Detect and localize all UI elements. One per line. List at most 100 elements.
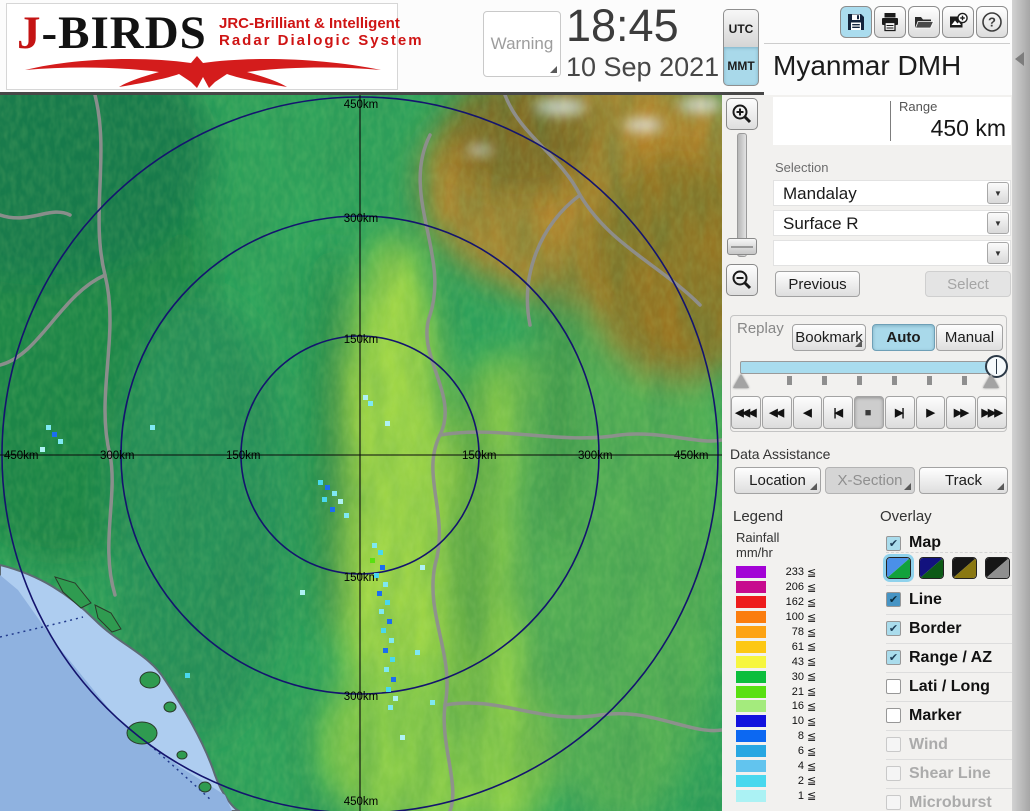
overlay-row-range-az: ✔ Range / AZ <box>886 643 1012 671</box>
fast-forward-button[interactable]: ▶▶▶ <box>977 396 1008 429</box>
rain-cell <box>344 513 349 518</box>
legend-row: 21 ≦ <box>736 684 856 699</box>
legend-swatch <box>736 566 766 579</box>
checkbox-border[interactable]: ✔ <box>886 621 901 636</box>
panel-edge-strip[interactable] <box>1012 0 1030 811</box>
legend-value: 4 <box>797 760 804 773</box>
zoom-out-button[interactable] <box>726 264 758 296</box>
save-icon <box>848 14 864 30</box>
open-folder-button[interactable] <box>908 6 940 38</box>
checkbox-line[interactable]: ✔ <box>886 592 901 607</box>
help-button[interactable]: ? <box>976 6 1008 38</box>
location-button[interactable]: Location <box>734 467 821 494</box>
overlay-line-label: Line <box>909 590 942 608</box>
select-button[interactable]: Select <box>925 271 1011 297</box>
map-style-navy-darkgreen[interactable] <box>919 556 944 579</box>
map-style-swatch-icon <box>887 557 910 578</box>
rain-cell <box>380 565 385 570</box>
legend-row: 4 ≦ <box>736 759 856 774</box>
overlay-row-lati-long: ✔ Lati / Long <box>886 672 1012 700</box>
checkbox-range-az[interactable]: ✔ <box>886 650 901 665</box>
zoom-in-button[interactable] <box>726 98 758 130</box>
x-section-button[interactable]: X-Section <box>825 467 915 494</box>
save-button[interactable] <box>840 6 872 38</box>
overlay-shear-line-label: Shear Line <box>909 764 991 782</box>
checkbox-map[interactable]: ✔ <box>886 535 901 551</box>
utc-toggle-button[interactable]: UTC <box>723 9 759 48</box>
ring-label: 150km <box>344 572 379 584</box>
play-button[interactable]: ▶ <box>915 396 946 429</box>
bookmark-button[interactable]: Bookmark <box>792 324 866 351</box>
legend-swatch <box>736 640 766 653</box>
rewind-button[interactable]: ◀◀ <box>761 396 792 429</box>
chevron-down-icon[interactable]: ▼ <box>987 182 1009 204</box>
open-folder-icon <box>914 17 934 29</box>
legend-row: 162 ≦ <box>736 595 856 610</box>
ring-label: 150km <box>226 450 261 462</box>
legend-operator: ≦ <box>807 671 817 684</box>
chevron-down-icon[interactable]: ▼ <box>987 242 1009 264</box>
rain-cell <box>318 480 323 485</box>
step-forward-button[interactable]: ▶| <box>884 396 915 429</box>
radar-map[interactable]: 450km 300km 150km 150km 300km 450km 450k… <box>0 95 722 811</box>
dropdown-product[interactable]: Surface R ▼ <box>773 210 1011 236</box>
rain-cell <box>385 421 390 426</box>
mmt-toggle-button[interactable]: MMT <box>723 47 759 86</box>
replay-slider-track[interactable] <box>740 361 998 374</box>
collapse-panel-icon[interactable] <box>1015 52 1024 66</box>
map-style-blue-green[interactable] <box>886 556 911 579</box>
map-style-black-olive[interactable] <box>952 556 977 579</box>
track-button[interactable]: Track <box>919 467 1008 494</box>
checkbox-marker[interactable]: ✔ <box>886 708 901 723</box>
rain-cell <box>378 550 383 555</box>
corner-triangle-icon <box>997 483 1004 490</box>
warning-button[interactable]: Warning <box>483 11 561 77</box>
manual-button[interactable]: Manual <box>936 324 1003 351</box>
check-icon: ✔ <box>888 537 899 550</box>
map-style-swatch-icon <box>953 557 976 578</box>
step-back-button[interactable]: |◀ <box>823 396 854 429</box>
ring-label: 450km <box>674 450 709 462</box>
overlay-row-wind: ✔ Wind <box>886 730 1012 758</box>
zoom-slider-thumb[interactable] <box>727 238 757 255</box>
check-icon: ✔ <box>888 652 899 664</box>
add-image-icon <box>949 12 968 27</box>
legend-operator: ≦ <box>807 566 817 579</box>
ring-label: 450km <box>344 99 379 111</box>
help-glyph: ? <box>988 15 996 30</box>
magnifier-minus-icon <box>732 270 752 290</box>
checkbox-wind: ✔ <box>886 737 901 752</box>
dropdown-extra[interactable]: ▼ <box>773 240 1011 266</box>
chevron-down-icon[interactable]: ▼ <box>987 212 1009 234</box>
legend-operator: ≦ <box>807 745 817 758</box>
add-image-button[interactable] <box>942 6 974 38</box>
rain-cell <box>415 650 420 655</box>
legend-row: 78 ≦ <box>736 625 856 640</box>
corner-triangle-icon <box>810 483 817 490</box>
map-style-black-gray[interactable] <box>985 556 1010 579</box>
checkbox-lati-long[interactable]: ✔ <box>886 679 901 694</box>
legend-value: 6 <box>797 745 804 758</box>
range-label: Range <box>899 99 938 114</box>
bookmark-button-label: Bookmark <box>795 329 863 346</box>
map-style-swatch-icon <box>986 557 1009 578</box>
play-reverse-button[interactable]: ◀ <box>792 396 823 429</box>
stop-button[interactable]: ■ <box>854 396 884 429</box>
forward-button[interactable]: ▶▶ <box>946 396 977 429</box>
legend-row: 1 ≦ <box>736 788 856 803</box>
previous-button[interactable]: Previous <box>775 271 860 297</box>
legend-value: 21 <box>791 685 804 698</box>
dropdown-site[interactable]: Mandalay ▼ <box>773 180 1011 206</box>
fast-rewind-button[interactable]: ◀◀◀ <box>731 396 761 429</box>
ring-label: 450km <box>344 796 379 808</box>
logo-subtitle-line1: JRC-Brilliant & Intelligent <box>219 15 400 32</box>
checkbox-microburst: ✔ <box>886 795 901 810</box>
rain-cell <box>383 648 388 653</box>
print-button[interactable] <box>874 6 906 38</box>
location-button-label: Location <box>749 472 806 489</box>
legend-value: 206 <box>785 581 804 594</box>
legend-swatch <box>736 596 766 609</box>
legend-row: 8 ≦ <box>736 729 856 744</box>
overlay-wind-label: Wind <box>909 735 948 753</box>
auto-button[interactable]: Auto <box>872 324 935 351</box>
